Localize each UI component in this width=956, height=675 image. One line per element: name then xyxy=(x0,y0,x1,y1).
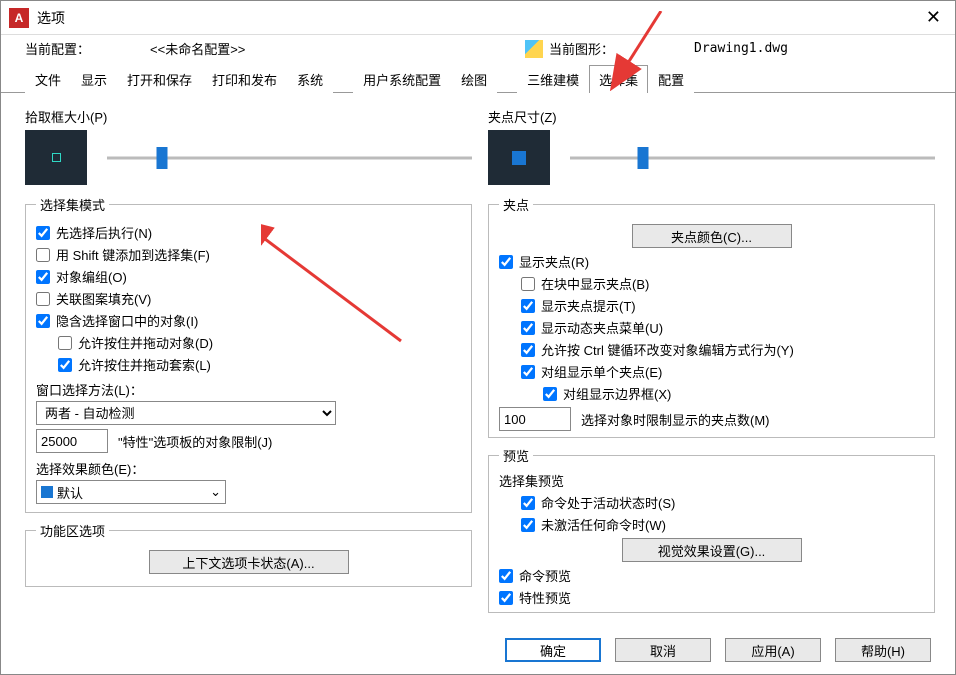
window-title: 选项 xyxy=(37,8,65,28)
profile-label: 当前配置： xyxy=(25,39,90,58)
griplimit-input[interactable] xyxy=(499,407,571,431)
apply-button[interactable]: 应用(A) xyxy=(725,638,821,662)
app-icon: A xyxy=(9,8,29,28)
cb-shift[interactable]: 用 Shift 键添加到选择集(F) xyxy=(36,245,461,264)
winmethod-label: 窗口选择方法(L)： xyxy=(36,380,461,399)
cb-noactive[interactable]: 未激活任何命令时(W) xyxy=(521,515,924,534)
pickbox-preview xyxy=(25,130,87,185)
tab-3[interactable]: 打印和发布 xyxy=(202,65,287,93)
cb-hatch[interactable]: 关联图案填充(V) xyxy=(36,289,461,308)
profile-value: <<未命名配置>> xyxy=(150,39,245,58)
cb-group[interactable]: 对象编组(O) xyxy=(36,267,461,286)
cb-blockgrips[interactable]: 在块中显示夹点(B) xyxy=(521,274,924,293)
close-button[interactable]: ✕ xyxy=(920,7,947,28)
preview-legend: 预览 xyxy=(499,446,533,465)
mode-legend: 选择集模式 xyxy=(36,195,109,214)
pickbox-label: 拾取框大小(P) xyxy=(25,107,472,126)
gripcolor-button[interactable]: 夹点颜色(C)... xyxy=(632,224,792,248)
cb-dragobj[interactable]: 允许按住并拖动对象(D) xyxy=(58,333,461,352)
gripsize-label: 夹点尺寸(Z) xyxy=(488,107,935,126)
gripsize-slider[interactable] xyxy=(570,147,935,169)
effcolor-select[interactable]: 默认⌄ xyxy=(36,480,226,504)
drawing-icon xyxy=(525,40,543,58)
tab-6[interactable]: 绘图 xyxy=(451,65,497,93)
effcolor-label: 选择效果颜色(E)： xyxy=(36,459,461,478)
drawing-label: 当前图形： xyxy=(549,39,614,58)
tab-9[interactable]: 配置 xyxy=(648,65,694,93)
tab-bar: 文件显示打开和保存打印和发布系统用户系统配置绘图三维建模选择集配置 xyxy=(1,64,955,92)
ribbon-legend: 功能区选项 xyxy=(36,521,109,540)
tab-5[interactable]: 用户系统配置 xyxy=(353,65,451,93)
vfx-button[interactable]: 视觉效果设置(G)... xyxy=(622,538,802,562)
griplimit-label: 选择对象时限制显示的夹点数(M) xyxy=(581,410,770,429)
grips-legend: 夹点 xyxy=(499,195,533,214)
preview-sub: 选择集预览 xyxy=(499,471,924,490)
gripsize-preview xyxy=(488,130,550,185)
tab-8[interactable]: 选择集 xyxy=(589,65,648,93)
cb-proppreview[interactable]: 特性预览 xyxy=(499,588,924,607)
cancel-button[interactable]: 取消 xyxy=(615,638,711,662)
cb-draglasso[interactable]: 允许按住并拖动套索(L) xyxy=(58,355,461,374)
drawing-value: Drawing1.dwg xyxy=(694,41,788,56)
tab-0[interactable]: 文件 xyxy=(25,65,71,93)
limit-input[interactable] xyxy=(36,429,108,453)
cb-groupsingle[interactable]: 对组显示单个夹点(E) xyxy=(521,362,924,381)
limit-label: "特性"选项板的对象限制(J) xyxy=(118,432,272,451)
cb-prepick[interactable]: 先选择后执行(N) xyxy=(36,223,461,242)
cb-groupbbox[interactable]: 对组显示边界框(X) xyxy=(543,384,924,403)
cb-cmdpreview[interactable]: 命令预览 xyxy=(499,566,924,585)
ok-button[interactable]: 确定 xyxy=(505,638,601,662)
help-button[interactable]: 帮助(H) xyxy=(835,638,931,662)
cb-showgrips[interactable]: 显示夹点(R) xyxy=(499,252,924,271)
tab-7[interactable]: 三维建模 xyxy=(517,65,589,93)
winmethod-select[interactable]: 两者 - 自动检测 xyxy=(36,401,336,425)
tab-4[interactable]: 系统 xyxy=(287,65,333,93)
cb-ctrlcycle[interactable]: 允许按 Ctrl 键循环改变对象编辑方式行为(Y) xyxy=(521,340,924,359)
pickbox-slider[interactable] xyxy=(107,147,472,169)
cb-dyngrip[interactable]: 显示动态夹点菜单(U) xyxy=(521,318,924,337)
tab-2[interactable]: 打开和保存 xyxy=(117,65,202,93)
color-swatch-icon xyxy=(41,486,53,498)
cb-griptips[interactable]: 显示夹点提示(T) xyxy=(521,296,924,315)
ribbon-context-button[interactable]: 上下文选项卡状态(A)... xyxy=(149,550,349,574)
cb-implied[interactable]: 隐含选择窗口中的对象(I) xyxy=(36,311,461,330)
cb-active[interactable]: 命令处于活动状态时(S) xyxy=(521,493,924,512)
tab-1[interactable]: 显示 xyxy=(71,65,117,93)
